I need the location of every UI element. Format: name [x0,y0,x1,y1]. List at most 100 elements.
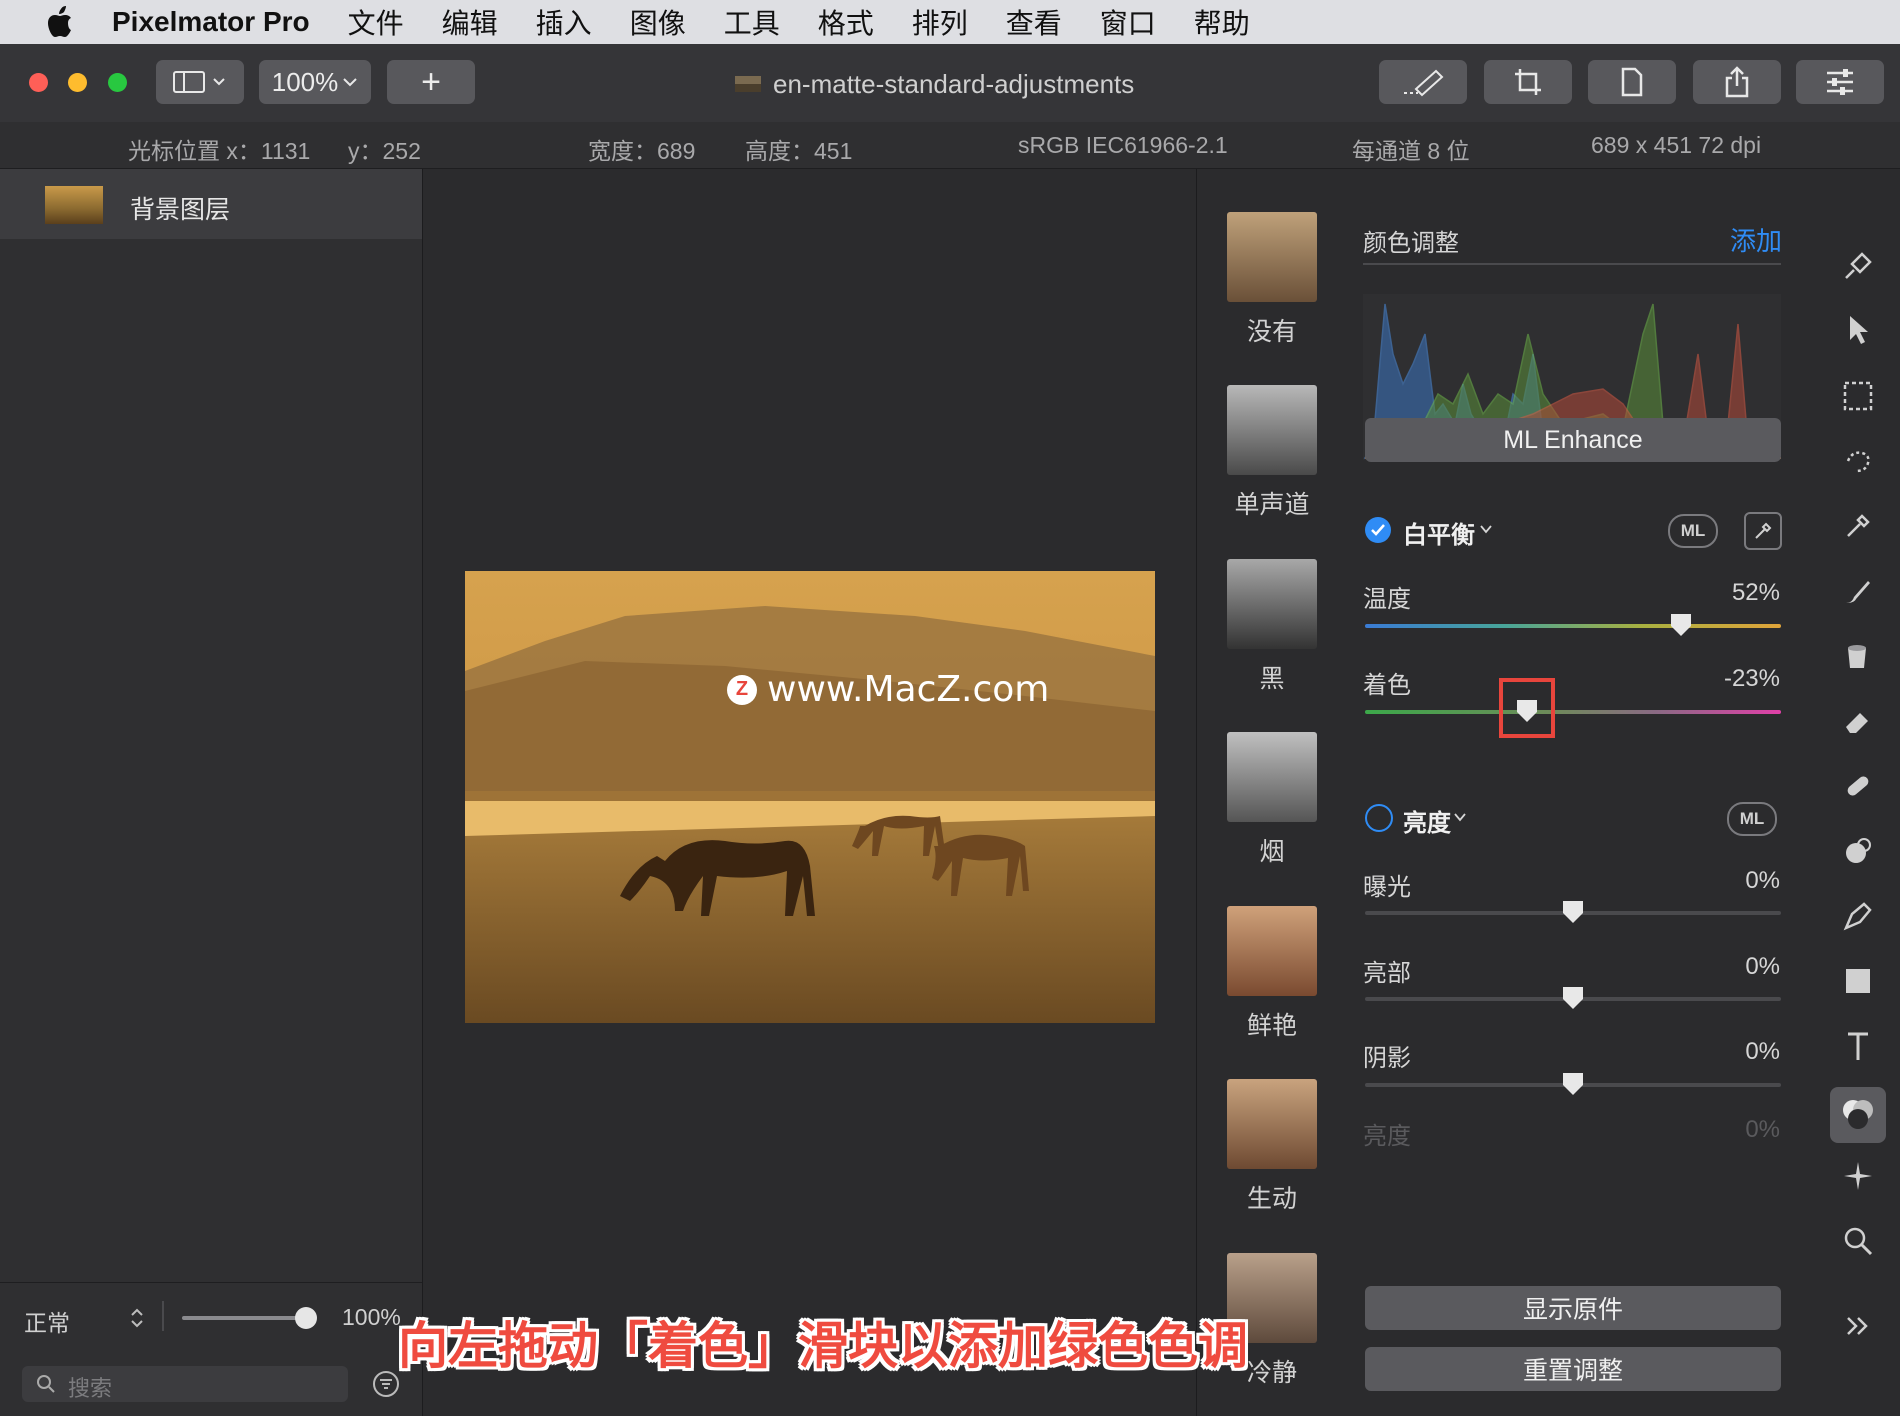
tint-knob-highlight-box [1499,678,1556,738]
white-balance-ml-button[interactable]: ML [1668,514,1718,548]
share-icon [1725,66,1749,98]
zoom-value: 100% [271,66,339,97]
paintbrush-icon [1846,581,1870,603]
updown-chevron-icon[interactable] [130,1306,144,1330]
zoom-window-button[interactable] [108,73,127,92]
retouch-tool[interactable] [1836,764,1880,808]
preset-thumbnail[interactable] [1227,732,1317,822]
adjustments-panel-button[interactable] [1796,60,1884,104]
sidebar-toggle-button[interactable] [156,60,244,104]
preset-thumbnail[interactable] [1227,212,1317,302]
shadows-slider-knob[interactable] [1562,1072,1584,1096]
color-picker-tool[interactable] [1836,504,1880,548]
zoom-select[interactable]: 100% [259,60,371,104]
minimize-button[interactable] [68,73,87,92]
add-button[interactable]: + [387,60,475,104]
white-balance-checkbox[interactable] [1365,517,1391,543]
crop-icon [1515,69,1541,95]
menu-arrange[interactable]: 排列 [912,2,968,42]
zoom-tool[interactable] [1836,1219,1880,1263]
effects-tool[interactable] [1836,1154,1880,1198]
close-button[interactable] [29,73,48,92]
opacity-value: 100% [342,1304,401,1330]
more-tools-button[interactable] [1836,1304,1880,1348]
brightness-slider-label: 亮度 [1363,1123,1411,1150]
watermark-logo-icon: Z [727,674,757,705]
menu-insert[interactable]: 插入 [536,2,592,42]
chevron-down-icon [343,78,357,87]
exposure-value: 0% [1745,867,1780,894]
highlights-value: 0% [1745,953,1780,980]
chevron-down-icon[interactable] [1480,525,1492,534]
paint-tool-button[interactable] [1379,60,1467,104]
menu-help[interactable]: 帮助 [1194,2,1250,42]
preset-label[interactable]: 单声道 [1197,485,1347,521]
type-tool[interactable] [1836,1024,1880,1068]
reset-adjustments-button[interactable]: 重置调整 [1365,1347,1781,1391]
cursor-y-readout: y：252 [348,138,421,164]
preset-label[interactable]: 没有 [1197,312,1347,348]
tint-value: -23% [1723,665,1780,692]
eyedropper-icon [1847,514,1870,537]
preset-thumbnail[interactable] [1227,385,1317,475]
layers-search-input[interactable]: 搜索 [22,1366,348,1402]
temperature-slider-knob[interactable] [1670,613,1692,637]
preset-label[interactable]: 烟 [1197,832,1347,868]
temperature-slider-track[interactable] [1365,624,1781,628]
show-original-button[interactable]: 显示原件 [1365,1286,1781,1330]
highlights-slider-knob[interactable] [1562,986,1584,1010]
menu-format[interactable]: 格式 [818,2,874,42]
preset-label[interactable]: 黑 [1197,659,1347,695]
opacity-slider-track[interactable] [182,1316,306,1320]
menu-image[interactable]: 图像 [630,2,686,42]
tint-slider-track[interactable] [1365,710,1781,714]
share-button[interactable] [1693,60,1781,104]
erase-tool[interactable] [1836,699,1880,743]
add-adjustment-link[interactable]: 添加 [1730,221,1782,258]
menu-file[interactable]: 文件 [348,2,404,42]
selection-tool[interactable] [1836,374,1880,418]
filter-icon[interactable] [372,1370,400,1398]
chevron-down-icon[interactable] [1454,813,1466,822]
ml-enhance-button[interactable]: ML Enhance [1365,418,1781,462]
blend-mode-select[interactable]: 正常 [24,1304,70,1338]
exposure-slider-knob[interactable] [1562,900,1584,924]
fill-tool[interactable] [1836,634,1880,678]
pen-tool[interactable] [1836,894,1880,938]
magic-selection-icon [1846,451,1870,473]
sidebar-icon [173,71,225,93]
menu-edit[interactable]: 编辑 [442,2,498,42]
paint-tool[interactable] [1836,569,1880,613]
menu-tools[interactable]: 工具 [724,2,780,42]
pen-nib-icon [1843,902,1872,931]
opacity-slider-knob[interactable] [295,1307,317,1329]
distort-tool[interactable] [1836,829,1880,873]
preset-label[interactable]: 生动 [1197,1179,1347,1215]
document-button[interactable] [1588,60,1676,104]
crop-button[interactable] [1484,60,1572,104]
layer-row[interactable]: 背景图层 [0,169,422,239]
arrange-tool[interactable] [1836,308,1880,352]
app-menu[interactable]: Pixelmator Pro [112,6,310,38]
brightness-ml-button[interactable]: ML [1727,802,1777,836]
canvas-image[interactable]: Z www.MacZ.com [465,571,1155,1023]
layer-name: 背景图层 [130,196,231,224]
distort-icon [1846,838,1871,863]
white-balance-eyedropper-button[interactable] [1744,512,1782,550]
preset-label[interactable]: 鲜艳 [1197,1006,1347,1042]
white-balance-title[interactable]: 白平衡 [1403,515,1475,550]
divider [1363,263,1781,265]
preset-thumbnail[interactable] [1227,1079,1317,1169]
menu-window[interactable]: 窗口 [1100,2,1156,42]
apple-icon[interactable] [42,6,82,38]
preset-thumbnail[interactable] [1227,559,1317,649]
style-tool[interactable] [1836,244,1880,288]
quick-selection-tool[interactable] [1836,439,1880,483]
color-adjust-tool[interactable] [1830,1087,1886,1143]
preset-thumbnail[interactable] [1227,906,1317,996]
brightness-checkbox[interactable] [1365,804,1393,832]
shape-tool[interactable] [1836,959,1880,1003]
paint-icon [1404,69,1444,97]
brightness-title[interactable]: 亮度 [1403,803,1451,838]
menu-view[interactable]: 查看 [1006,2,1062,42]
